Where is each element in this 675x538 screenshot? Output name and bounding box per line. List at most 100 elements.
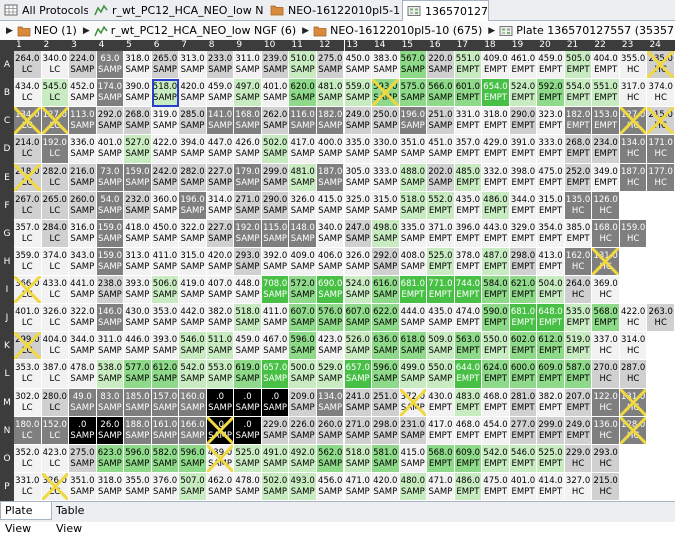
well[interactable]: 292.0 SAMP xyxy=(96,107,125,136)
well[interactable]: 417.0 SAMP xyxy=(289,135,317,164)
well[interactable]: 511.0 SAMP xyxy=(206,332,235,361)
well[interactable]: 566.0 SAMP xyxy=(427,79,455,108)
well[interactable]: 587.0 EMPT xyxy=(564,360,593,389)
well[interactable]: 215.0 HC xyxy=(647,107,675,136)
well[interactable]: 430.0 EMPT xyxy=(427,388,455,417)
well[interactable]: 268.0 SAMP xyxy=(124,107,152,136)
well[interactable]: 545.0 LC xyxy=(41,79,70,108)
well[interactable]: 299.0 EMPT xyxy=(537,416,565,445)
well[interactable]: 318.0 EMPT xyxy=(482,107,510,136)
well[interactable]: 551.0 EMPT xyxy=(592,79,620,108)
well[interactable]: 127.0 LC xyxy=(41,107,70,136)
breadcrumb-item[interactable]: r_wt_PC12_HCA_NEO_low NGF (6) xyxy=(111,24,296,37)
column-header[interactable]: 21 xyxy=(564,40,593,51)
well[interactable]: 180.0 LC xyxy=(14,416,42,445)
well[interactable]: 153.0 EMPT xyxy=(592,107,620,136)
well[interactable]: 454.0 EMPT xyxy=(482,416,510,445)
well[interactable]: 371.0 EMPT xyxy=(427,219,455,248)
well[interactable]: 159.0 HC xyxy=(619,219,648,248)
well[interactable]: 538.0 SAMP xyxy=(96,360,125,389)
column-header[interactable]: 19 xyxy=(509,40,538,51)
well[interactable]: 196.0 SAMP xyxy=(179,191,207,220)
tab-1[interactable]: All Protocols xyxy=(0,1,88,19)
well[interactable]: 448.0 SAMP xyxy=(234,276,262,305)
well[interactable]: 293.0 HC xyxy=(592,444,620,473)
well[interactable]: 690.0 SAMP xyxy=(316,276,345,305)
well[interactable]: 241.0 SAMP xyxy=(344,388,373,417)
well[interactable]: 353.0 LC xyxy=(14,360,42,389)
well[interactable]: 393.0 SAMP xyxy=(151,332,180,361)
well[interactable]: 559.0 SAMP xyxy=(344,79,373,108)
well[interactable]: 374.0 HC xyxy=(647,79,675,108)
well[interactable]: 265.0 LC xyxy=(41,191,70,220)
well[interactable]: 492.0 SAMP xyxy=(289,444,317,473)
well[interactable]: 314.0 SAMP xyxy=(206,191,235,220)
well[interactable]: 251.0 SAMP xyxy=(372,388,400,417)
column-header[interactable]: 17 xyxy=(454,40,483,51)
well[interactable]: 192.0 SAMP xyxy=(234,219,262,248)
well[interactable]: 235.0 HC xyxy=(647,51,675,80)
well[interactable]: .0 SAMP xyxy=(234,388,262,417)
row-header[interactable]: O xyxy=(0,444,14,473)
well[interactable]: 281.0 EMPT xyxy=(509,388,538,417)
well[interactable]: 168.0 HC xyxy=(592,219,620,248)
well[interactable]: 429.0 EMPT xyxy=(482,135,510,164)
well[interactable]: 435.0 EMPT xyxy=(454,191,483,220)
row-header[interactable]: G xyxy=(0,219,14,248)
well[interactable]: 568.0 EMPT xyxy=(592,304,620,333)
well[interactable]: 497.0 SAMP xyxy=(234,79,262,108)
well[interactable]: 413.0 EMPT xyxy=(537,247,565,276)
well[interactable]: 329.0 EMPT xyxy=(509,219,538,248)
well[interactable]: 318.0 SAMP xyxy=(96,472,125,501)
well[interactable]: 264.0 LC xyxy=(14,51,42,80)
well[interactable]: 357.0 EMPT xyxy=(454,135,483,164)
well[interactable]: 568.0 EMPT xyxy=(427,444,455,473)
well[interactable]: 546.0 EMPT xyxy=(509,444,538,473)
well[interactable]: 398.0 EMPT xyxy=(509,163,538,192)
column-header[interactable]: 4 xyxy=(96,40,125,51)
well[interactable]: 417.0 EMPT xyxy=(427,416,455,445)
well[interactable]: 535.0 EMPT xyxy=(564,304,593,333)
well[interactable]: 621.0 EMPT xyxy=(509,276,538,305)
well[interactable]: 188.0 SAMP xyxy=(124,416,152,445)
well[interactable]: 524.0 EMPT xyxy=(509,79,538,108)
well[interactable]: 343.0 SAMP xyxy=(69,247,97,276)
well[interactable]: 509.0 SAMP xyxy=(427,332,455,361)
well[interactable]: 468.0 EMPT xyxy=(454,416,483,445)
well[interactable]: 567.0 SAMP xyxy=(399,51,428,80)
column-header[interactable]: 24 xyxy=(647,40,675,51)
well[interactable]: 434.0 LC xyxy=(14,79,42,108)
column-header[interactable]: 12 xyxy=(316,40,345,51)
well[interactable]: 317.0 HC xyxy=(619,79,648,108)
well[interactable]: 382.0 EMPT xyxy=(537,388,565,417)
well[interactable]: 500.0 SAMP xyxy=(289,360,317,389)
well[interactable]: 390.0 SAMP xyxy=(124,79,152,108)
well[interactable]: 168.0 SAMP xyxy=(234,107,262,136)
well[interactable]: 419.0 SAMP xyxy=(179,276,207,305)
well[interactable]: 159.0 SAMP xyxy=(124,163,152,192)
well[interactable]: 525.0 EMPT xyxy=(537,444,565,473)
well[interactable]: 459.0 EMPT xyxy=(537,51,565,80)
well[interactable]: 601.0 EMPT xyxy=(454,79,483,108)
well[interactable]: 349.0 EMPT xyxy=(592,163,620,192)
column-header[interactable]: 23 xyxy=(619,40,648,51)
well[interactable]: 229.0 HC xyxy=(564,444,593,473)
well[interactable]: 619.0 SAMP xyxy=(234,360,262,389)
well[interactable]: 227.0 SAMP xyxy=(206,163,235,192)
well[interactable]: 393.0 SAMP xyxy=(124,276,152,305)
well[interactable]: 554.0 EMPT xyxy=(564,79,593,108)
tab-3[interactable]: NEO-16122010pl5-10 xyxy=(266,1,400,19)
well[interactable]: 420.0 SAMP xyxy=(206,247,235,276)
well[interactable]: 282.0 SAMP xyxy=(179,163,207,192)
well[interactable]: 359.0 LC xyxy=(14,247,42,276)
well[interactable]: 422.0 SAMP xyxy=(151,135,180,164)
breadcrumb-item[interactable]: NEO (1) xyxy=(34,24,77,37)
well[interactable]: 284.0 LC xyxy=(41,219,70,248)
well[interactable]: 420.0 SAMP xyxy=(179,79,207,108)
well[interactable]: 226.0 SAMP xyxy=(289,416,317,445)
well[interactable]: 487.0 EMPT xyxy=(482,247,510,276)
well[interactable]: 542.0 EMPT xyxy=(482,444,510,473)
well[interactable]: 159.0 SAMP xyxy=(96,219,125,248)
breadcrumb-item[interactable]: Plate 136570127557 (35357) xyxy=(516,24,675,37)
tab-table-view[interactable]: Table View xyxy=(52,502,104,535)
